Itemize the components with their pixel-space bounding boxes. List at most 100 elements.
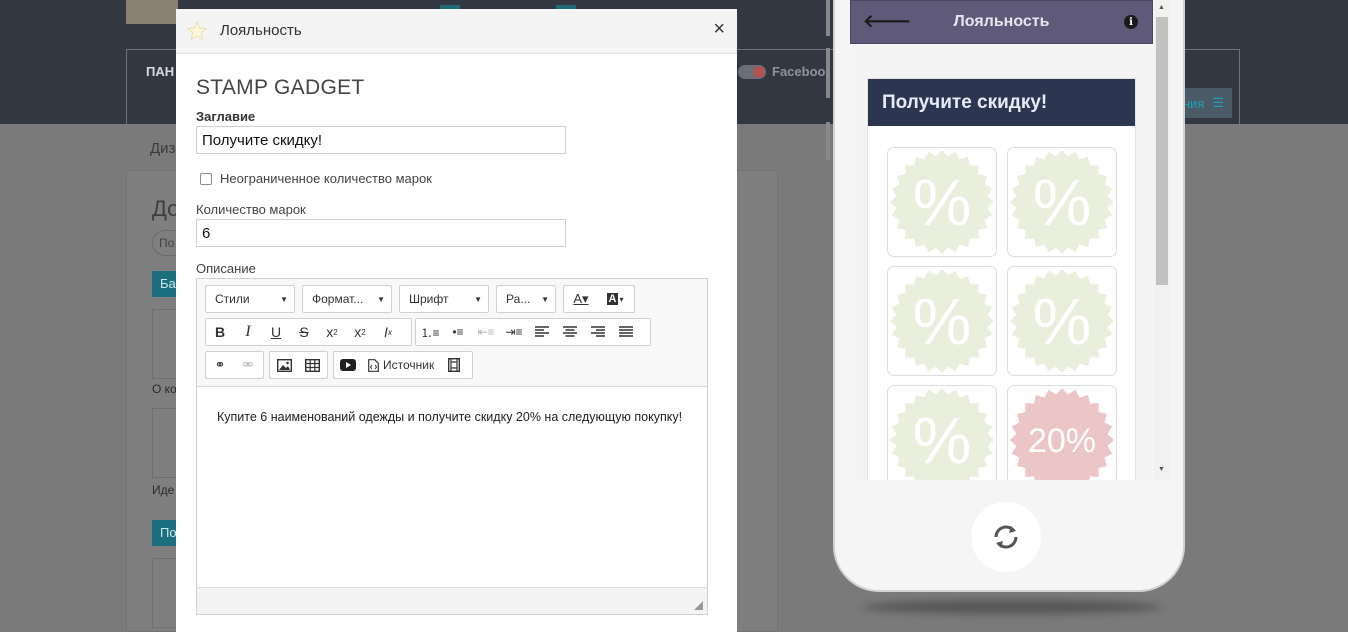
stamp-label: %	[913, 284, 972, 358]
media-group: Источник	[333, 351, 473, 379]
resize-handle-icon[interactable]	[694, 601, 703, 610]
subscript-icon[interactable]: x2	[318, 319, 346, 345]
insert-group	[269, 351, 328, 379]
chevron-down-icon: ▼	[474, 294, 482, 304]
numbered-list-icon[interactable]: ⒈≡	[416, 319, 444, 345]
strikethrough-icon[interactable]: S	[290, 319, 318, 345]
title-input[interactable]	[196, 126, 566, 154]
discount-badge-icon: 20%	[1010, 388, 1114, 480]
admin-panel-title: ПАН	[146, 64, 175, 79]
stamp-slot[interactable]: 20%	[1007, 385, 1117, 480]
align-justify-icon[interactable]	[612, 319, 640, 345]
bulleted-list-icon[interactable]: •≡	[444, 319, 472, 345]
stamp-slot[interactable]: %	[887, 147, 997, 257]
close-icon[interactable]: ×	[713, 18, 725, 40]
bold-icon[interactable]: B	[206, 319, 234, 345]
app-bar: 🡐 Лояльность i	[850, 0, 1153, 44]
hamburger-icon: ☰	[1212, 95, 1224, 110]
menu-label: ния	[1182, 95, 1205, 111]
underline-icon[interactable]: U	[262, 319, 290, 345]
align-left-icon[interactable]	[528, 319, 556, 345]
gadget-title: STAMP GADGET	[196, 76, 365, 99]
stamp-label: 20%	[1028, 422, 1096, 460]
film-icon[interactable]	[440, 352, 468, 378]
description-label: Описание	[196, 261, 256, 276]
stamp-slot[interactable]: %	[1007, 266, 1117, 376]
back-arrow-icon[interactable]: 🡐	[863, 11, 911, 32]
stamp-label: %	[913, 403, 972, 477]
font-dropdown-label: Шрифт	[409, 292, 449, 306]
font-dropdown[interactable]: Шрифт ▼	[399, 285, 489, 313]
styles-dropdown[interactable]: Стили ▼	[205, 285, 295, 313]
percent-badge-icon: %	[1010, 150, 1114, 254]
stamp-label: %	[1033, 165, 1092, 239]
stamp-card: Получите скидку! %%%%% 20%	[867, 78, 1136, 480]
stamp-slot[interactable]: %	[887, 385, 997, 480]
info-icon[interactable]: i	[1124, 15, 1138, 29]
link-icon[interactable]: ⚭	[206, 352, 234, 378]
align-center-icon[interactable]	[556, 319, 584, 345]
percent-badge-icon: %	[890, 388, 994, 480]
stamp-count-label: Количество марок	[196, 202, 306, 217]
editor-statusbar	[197, 587, 707, 614]
stamp-slot[interactable]: %	[887, 266, 997, 376]
editor-toolbar: Стили ▼ Формат... ▼ Шрифт ▼ Ра... ▼ A▾ A ▾ B …	[197, 279, 707, 387]
remove-format-icon[interactable]: Ix	[374, 319, 402, 345]
phone-shadow	[862, 600, 1162, 614]
refresh-icon	[994, 525, 1018, 549]
refresh-button[interactable]	[971, 502, 1041, 572]
color-group: A▾ A ▾	[563, 285, 635, 313]
image-icon[interactable]	[270, 352, 298, 378]
size-dropdown-label: Ра...	[506, 292, 531, 306]
unlimited-stamps-row[interactable]: Неограниченное количество марок	[200, 171, 432, 186]
styles-dropdown-label: Стили	[215, 292, 250, 306]
percent-badge-icon: %	[1010, 269, 1114, 373]
youtube-icon[interactable]	[334, 352, 362, 378]
rich-text-editor: Стили ▼ Формат... ▼ Шрифт ▼ Ра... ▼ A▾ A ▾ B …	[196, 278, 708, 615]
table-icon[interactable]	[298, 352, 326, 378]
stamp-label: %	[913, 165, 972, 239]
text-style-group: B I U S x2 x2 Ix	[205, 318, 412, 346]
source-icon	[368, 358, 379, 372]
background-color-icon[interactable]: A ▾	[598, 286, 632, 312]
format-dropdown[interactable]: Формат... ▼	[302, 285, 392, 313]
admin-text: Иде	[152, 483, 175, 497]
format-dropdown-label: Формат...	[312, 292, 364, 306]
outdent-icon[interactable]: ⇤≡	[472, 319, 500, 345]
text-color-icon[interactable]: A▾	[564, 286, 598, 312]
divider	[826, 122, 830, 160]
percent-badge-icon: %	[890, 269, 994, 373]
dialog-title: Лояльность	[220, 22, 302, 39]
source-label: Источник	[383, 358, 435, 372]
align-right-icon[interactable]	[584, 319, 612, 345]
app-bar-title: Лояльность	[953, 13, 1050, 30]
unlimited-stamps-label: Неограниченное количество марок	[220, 171, 432, 186]
scroll-up-icon[interactable]: ▲	[1158, 4, 1165, 11]
loyalty-dialog: Лояльность × STAMP GADGET Заглавие Неогр…	[176, 9, 737, 632]
link-group: ⚭ ⚮	[205, 351, 264, 379]
indent-icon[interactable]: ⇥≡	[500, 319, 528, 345]
tab-design[interactable]: Диз	[150, 140, 175, 157]
dialog-header: Лояльность ×	[176, 9, 737, 54]
superscript-icon[interactable]: x2	[346, 319, 374, 345]
facebook-toggle-row[interactable]: Faceboo	[738, 64, 825, 79]
scroll-down-icon[interactable]: ▼	[1158, 466, 1165, 473]
chevron-down-icon: ▼	[541, 294, 549, 304]
percent-badge-icon: %	[890, 150, 994, 254]
stamp-card-title: Получите скидку!	[868, 79, 1135, 126]
editor-content[interactable]: Купите 6 наименований одежды и получите …	[197, 387, 707, 587]
paragraph-group: ⒈≡ •≡ ⇤≡ ⇥≡	[415, 318, 651, 346]
italic-icon[interactable]: I	[234, 319, 262, 345]
stamp-label: %	[1033, 284, 1092, 358]
stamp-slot[interactable]: %	[1007, 147, 1117, 257]
admin-text: О ко	[152, 382, 177, 396]
chevron-down-icon: ▼	[280, 294, 288, 304]
phone-screen: 🡐 Лояльность i Получите скидку! %%%%% 20%	[850, 0, 1153, 480]
size-dropdown[interactable]: Ра... ▼	[496, 285, 556, 313]
scrollbar-thumb[interactable]	[1156, 17, 1168, 285]
source-button[interactable]: Источник	[362, 352, 440, 378]
unlink-icon[interactable]: ⚮	[234, 352, 262, 378]
unlimited-stamps-checkbox[interactable]	[200, 172, 212, 185]
stamp-count-input[interactable]	[196, 219, 566, 247]
facebook-toggle[interactable]	[738, 64, 766, 79]
